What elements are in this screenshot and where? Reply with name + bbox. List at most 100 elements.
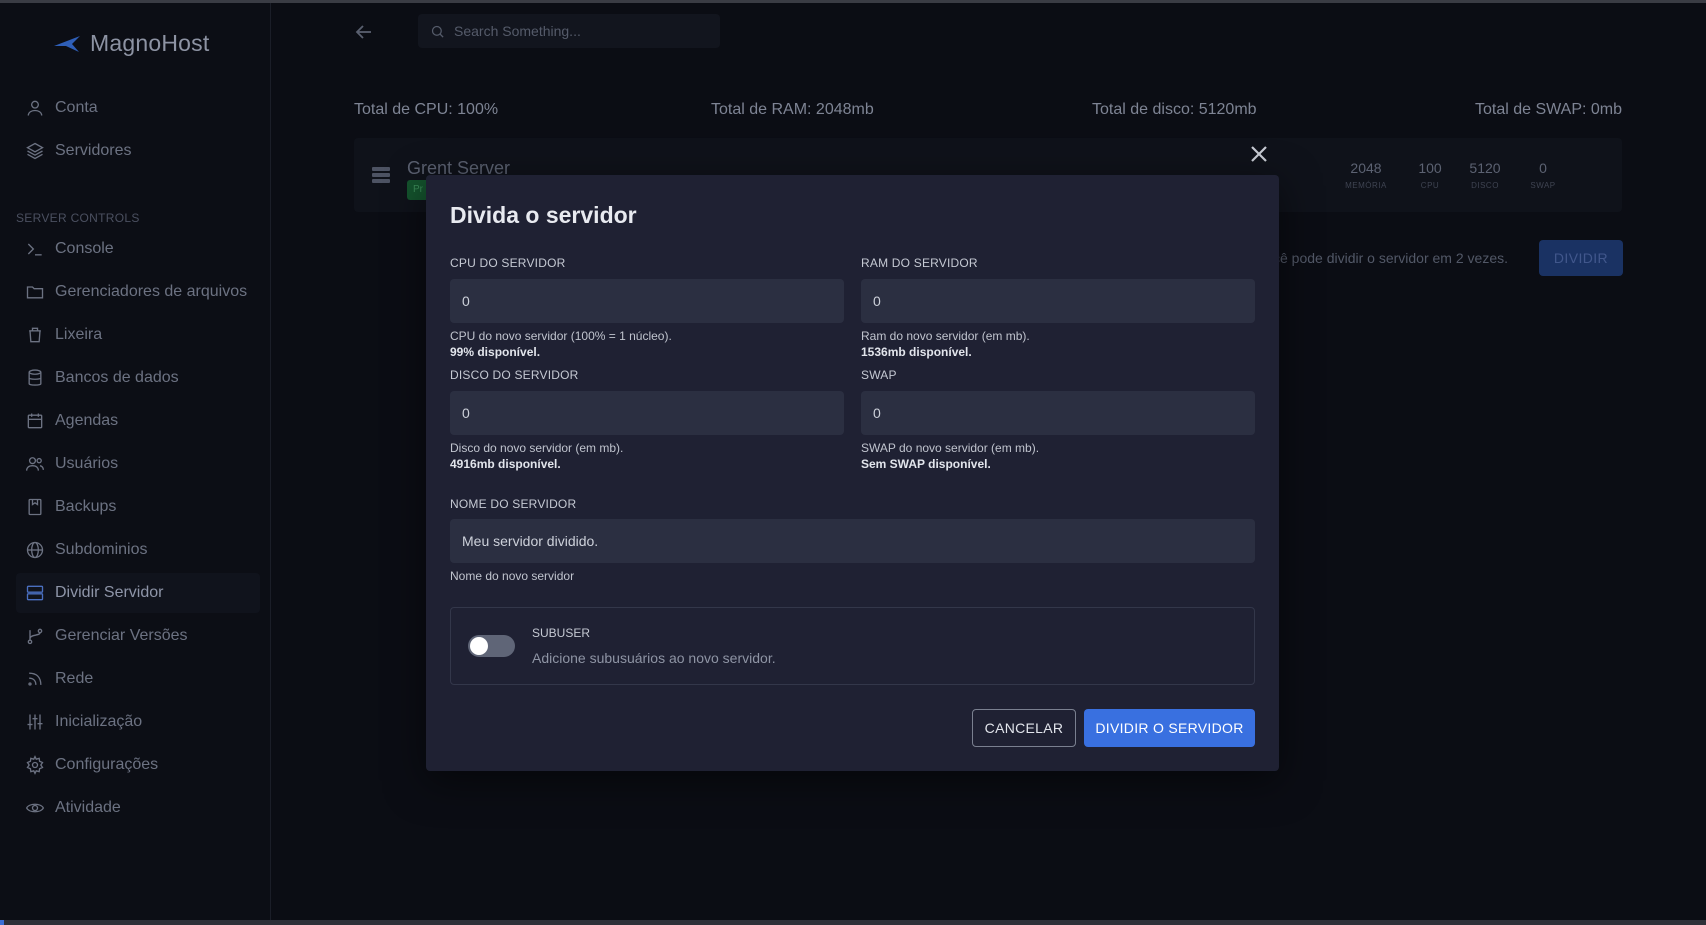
search-input[interactable] <box>454 23 704 39</box>
swap-field-label: SWAP <box>861 368 897 382</box>
terminal-icon <box>27 243 42 256</box>
folder-icon <box>26 286 44 299</box>
trash-icon <box>29 327 41 343</box>
server-icon <box>26 585 44 601</box>
stat-swap: 0 SWAP <box>1520 160 1566 190</box>
sliders-icon <box>27 714 43 730</box>
stat-memory: 2048 MEMÓRIA <box>1340 160 1392 190</box>
section-label-server-controls: SERVER CONTROLS <box>16 211 140 225</box>
disk-input[interactable] <box>450 391 844 435</box>
window-bottom-border <box>0 920 1706 925</box>
stat-value: 5120 <box>1469 160 1501 176</box>
users-icon <box>26 457 44 471</box>
toggle-knob <box>470 637 488 655</box>
cpu-field-label: CPU DO SERVIDOR <box>450 256 566 270</box>
sidebar-item-backups[interactable]: Backups <box>16 487 260 527</box>
swap-available: Sem SWAP disponível. <box>861 457 991 471</box>
sidebar-item-label: Conta <box>55 99 98 116</box>
database-icon <box>28 369 42 386</box>
sidebar-item-bancos-de-dados[interactable]: Bancos de dados <box>16 358 260 398</box>
arrow-left-icon <box>355 25 371 39</box>
sidebar-item-gerenciadores-de-arquivos[interactable]: Gerenciadores de arquivos <box>16 272 260 312</box>
ram-available: 1536mb disponível. <box>861 345 972 359</box>
modal-close-button[interactable] <box>1249 144 1269 164</box>
magnohost-logo-icon <box>54 35 80 52</box>
search-bar[interactable] <box>418 14 720 48</box>
sidebar-item-label: Agendas <box>55 412 119 429</box>
stat-label: SWAP <box>1530 181 1556 190</box>
stat-cpu: 100 CPU <box>1410 160 1450 190</box>
layers-icon <box>26 142 44 160</box>
swap-help-text: SWAP do novo servidor (em mb). <box>861 441 1040 455</box>
sidebar-item-configuracoes[interactable]: Configurações <box>16 745 260 785</box>
search-icon <box>431 25 444 38</box>
sidebar-item-label: Rede <box>55 670 94 687</box>
subuser-description: Adicione subusuários ao novo servidor. <box>532 650 776 666</box>
eye-icon <box>25 803 45 813</box>
sidebar-item-label: Console <box>55 240 114 257</box>
stat-label: MEMÓRIA <box>1345 181 1387 190</box>
sidebar-item-console[interactable]: Console <box>16 229 260 269</box>
split-server-modal: Divida o servidor CPU DO SERVIDOR CPU do… <box>426 175 1279 771</box>
sidebar-item-agendas[interactable]: Agendas <box>16 401 260 441</box>
ram-field-label: RAM DO SERVIDOR <box>861 256 978 270</box>
server-stack-icon <box>372 167 390 183</box>
cpu-help-text: CPU do novo servidor (100% = 1 núcleo). <box>450 329 672 343</box>
total-swap: Total de SWAP: 0mb <box>1475 101 1623 118</box>
stat-value: 0 <box>1539 160 1547 176</box>
name-field-label: NOME DO SERVIDOR <box>450 497 577 511</box>
cpu-input[interactable] <box>450 279 844 323</box>
sidebar-item-label: Configurações <box>55 756 159 773</box>
sidebar-item-label: Subdominios <box>55 541 148 558</box>
sidebar: MagnoHost Conta Servidores SERVER CONTRO… <box>0 3 271 920</box>
sidebar-item-gerenciar-versoes[interactable]: Gerenciar Versões <box>16 616 260 656</box>
sidebar-item-label: Dividir Servidor <box>55 584 164 601</box>
subuser-toggle[interactable] <box>468 635 515 657</box>
cancel-button[interactable]: CANCELAR <box>972 709 1076 747</box>
sidebar-item-subdominios[interactable]: Subdominios <box>16 530 260 570</box>
stat-label: DISCO <box>1471 181 1499 190</box>
sidebar-item-usuarios[interactable]: Usuários <box>16 444 260 484</box>
stat-label: CPU <box>1420 181 1440 190</box>
archive-icon <box>28 498 42 516</box>
gear-icon <box>26 755 44 775</box>
rss-icon <box>28 672 42 686</box>
swap-help: SWAP do novo servidor (em mb). Sem SWAP … <box>861 440 1039 472</box>
subuser-option: SUBUSER Adicione subusuários ao novo ser… <box>450 607 1255 685</box>
server-name-input[interactable] <box>450 519 1255 563</box>
total-disk: Total de disco: 5120mb <box>1092 101 1257 118</box>
total-cpu: Total de CPU: 100% <box>354 101 499 118</box>
git-branch-icon <box>27 628 43 645</box>
sidebar-item-inicializacao[interactable]: Inicialização <box>16 702 260 742</box>
split-server-button[interactable]: DIVIDIR <box>1539 240 1623 276</box>
disk-field-label: DISCO DO SERVIDOR <box>450 368 579 382</box>
stat-disk: 5120 DISCO <box>1460 160 1510 190</box>
disk-available: 4916mb disponível. <box>450 457 561 471</box>
sidebar-item-atividade[interactable]: Atividade <box>16 788 260 828</box>
sidebar-item-label: Gerenciar Versões <box>55 627 188 644</box>
sidebar-item-label: Lixeira <box>55 326 103 343</box>
app-name: MagnoHost <box>90 30 210 56</box>
name-help: Nome do novo servidor <box>450 569 575 583</box>
back-button[interactable] <box>352 20 376 44</box>
split-limit-note: cê pode dividir o servidor em 2 vezes. <box>1273 250 1508 266</box>
total-ram: Total de RAM: 2048mb <box>711 101 874 118</box>
window-bottom-accent <box>0 920 4 925</box>
app-logo[interactable]: MagnoHost <box>52 30 209 57</box>
split-server-confirm-button[interactable]: DIVIDIR O SERVIDOR <box>1084 709 1255 747</box>
swap-input[interactable] <box>861 391 1255 435</box>
close-icon <box>1251 146 1267 162</box>
sidebar-item-label: Atividade <box>55 799 121 816</box>
sidebar-item-conta[interactable]: Conta <box>16 88 260 128</box>
sidebar-item-rede[interactable]: Rede <box>16 659 260 699</box>
user-icon <box>27 100 43 116</box>
globe-icon <box>26 541 44 559</box>
cpu-help: CPU do novo servidor (100% = 1 núcleo). … <box>450 328 672 360</box>
sidebar-item-label: Usuários <box>55 455 119 472</box>
sidebar-item-lixeira[interactable]: Lixeira <box>16 315 260 355</box>
ram-input[interactable] <box>861 279 1255 323</box>
cpu-available: 99% disponível. <box>450 345 541 359</box>
sidebar-item-label: Servidores <box>55 142 132 159</box>
sidebar-item-dividir-servidor[interactable]: Dividir Servidor <box>16 573 260 613</box>
sidebar-item-servidores[interactable]: Servidores <box>16 131 260 171</box>
